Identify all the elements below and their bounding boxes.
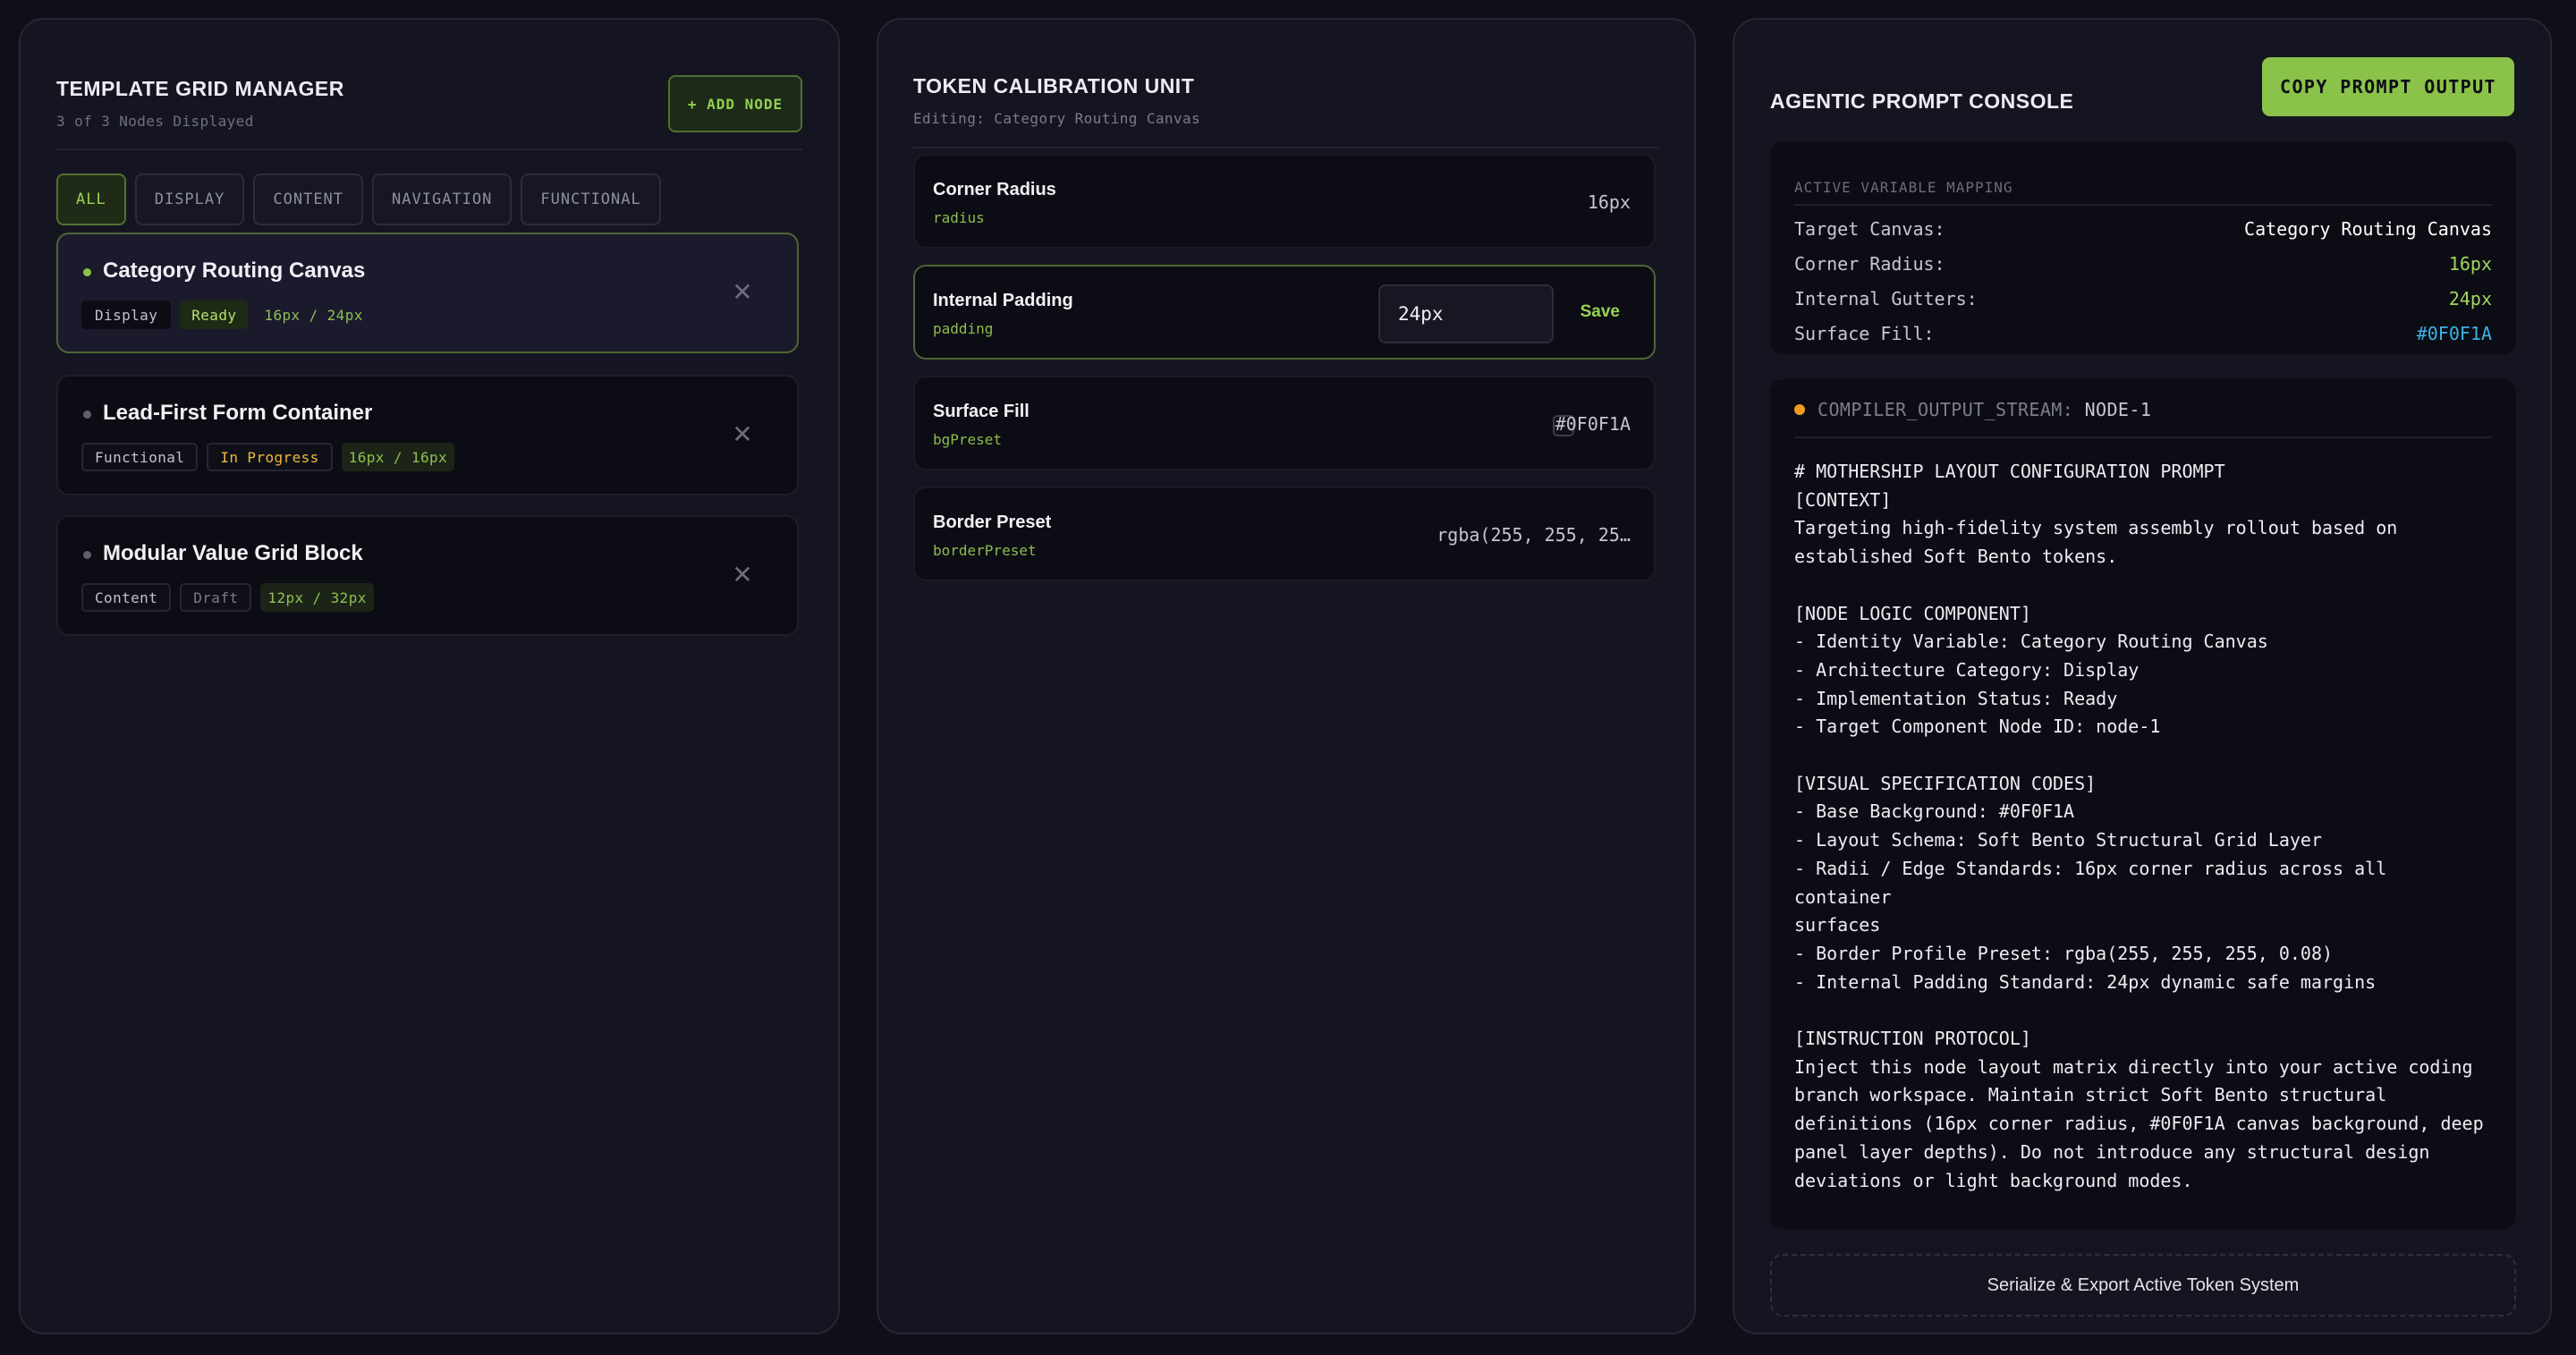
category-badge: Content: [81, 583, 172, 612]
mapping-key: Corner Radius:: [1794, 253, 1945, 275]
token-row-radius[interactable]: Corner Radius radius 16px: [913, 154, 1656, 249]
category-badge: Display: [81, 301, 172, 329]
token-row-border[interactable]: Border Preset borderPreset rgba(255, 255…: [913, 487, 1656, 581]
token-key: borderPreset: [933, 542, 1037, 559]
mapping-value: 16px: [2448, 253, 2492, 275]
node-card[interactable]: Lead-First Form Container Functional In …: [56, 375, 799, 495]
node-card[interactable]: Category Routing Canvas Display Ready 16…: [56, 233, 799, 353]
mapping-row: Corner Radius: 16px: [1794, 253, 2492, 280]
node-name: Category Routing Canvas: [103, 258, 366, 283]
token-key: bgPreset: [933, 431, 1003, 448]
stream-status-dot: [1794, 404, 1805, 415]
divider: [1794, 204, 2492, 206]
close-icon[interactable]: ✕: [729, 279, 756, 306]
status-dot: [83, 268, 91, 276]
dimensions-badge: 12px / 32px: [260, 583, 374, 612]
mapping-key: Surface Fill:: [1794, 323, 1935, 344]
token-key: padding: [933, 320, 994, 337]
mapping-key: Target Canvas:: [1794, 218, 1945, 240]
mapping-row: Internal Gutters: 24px: [1794, 288, 2492, 315]
compiler-output-card: COMPILER_OUTPUT_STREAM: NODE-1 # MOTHERS…: [1770, 379, 2516, 1229]
token-key: radius: [933, 209, 985, 226]
node-tags: Functional In Progress 16px / 16px: [81, 443, 455, 471]
token-value: rgba(255, 255, 25…: [1436, 524, 1631, 546]
output-stream-label: COMPILER_OUTPUT_STREAM:: [1818, 399, 2074, 420]
mapping-value: #0F0F1A: [2416, 323, 2492, 344]
filter-navigation[interactable]: NAVIGATION: [372, 174, 513, 225]
token-row-surface-fill[interactable]: Surface Fill bgPreset #0F0F1A: [913, 376, 1656, 470]
output-header: COMPILER_OUTPUT_STREAM: NODE-1: [1794, 399, 2151, 420]
mapping-value: 24px: [2448, 288, 2492, 309]
filter-display[interactable]: DISPLAY: [134, 174, 245, 225]
dimensions-badge: 16px / 24px: [264, 306, 363, 324]
panel-header: TOKEN CALIBRATION UNIT Editing: Category…: [913, 59, 1659, 148]
token-calibration-panel: TOKEN CALIBRATION UNIT Editing: Category…: [877, 18, 1696, 1334]
token-name: Border Preset: [933, 512, 1052, 532]
mapping-row: Surface Fill: #0F0F1A: [1794, 323, 2492, 350]
status-dot: [83, 551, 91, 559]
token-value: 16px: [1587, 191, 1631, 213]
token-name: Internal Padding: [933, 291, 1073, 310]
mapping-header: ACTIVE VARIABLE MAPPING: [1794, 179, 2013, 196]
panel-title: TOKEN CALIBRATION UNIT: [913, 74, 1195, 97]
panel-title: TEMPLATE GRID MANAGER: [56, 77, 344, 100]
token-name: Surface Fill: [933, 402, 1030, 421]
status-badge: Draft: [180, 583, 252, 612]
node-tags: Content Draft 12px / 32px: [81, 583, 374, 612]
node-name: Lead-First Form Container: [103, 401, 373, 425]
variable-mapping-card: ACTIVE VARIABLE MAPPING Target Canvas: C…: [1770, 141, 2516, 354]
filter-functional[interactable]: FUNCTIONAL: [521, 174, 661, 225]
token-value: #0F0F1A: [1555, 413, 1631, 435]
mapping-row: Target Canvas: Category Routing Canvas: [1794, 218, 2492, 245]
divider: [1794, 436, 2492, 438]
filter-all[interactable]: ALL: [56, 174, 126, 225]
export-token-system-button[interactable]: Serialize & Export Active Token System: [1770, 1254, 2516, 1317]
editing-subtitle: Editing: Category Routing Canvas: [913, 110, 1201, 127]
output-node-id: NODE-1: [2084, 399, 2152, 420]
template-grid-manager-panel: TEMPLATE GRID MANAGER 3 of 3 Nodes Displ…: [19, 18, 840, 1334]
mapping-value: Category Routing Canvas: [2244, 218, 2492, 240]
category-badge: Functional: [81, 443, 199, 471]
status-badge: In Progress: [207, 443, 333, 471]
add-node-button[interactable]: + ADD NODE: [668, 75, 802, 132]
node-count-subtitle: 3 of 3 Nodes Displayed: [56, 113, 254, 130]
panel-header: TEMPLATE GRID MANAGER 3 of 3 Nodes Displ…: [56, 59, 802, 150]
panel-title: AGENTIC PROMPT CONSOLE: [1770, 89, 2074, 113]
filter-tabs: ALL DISPLAY CONTENT NAVIGATION FUNCTIONA…: [56, 174, 661, 225]
dimensions-badge: 16px / 16px: [341, 443, 455, 471]
node-card[interactable]: Modular Value Grid Block Content Draft 1…: [56, 515, 799, 636]
mapping-key: Internal Gutters:: [1794, 288, 1978, 309]
token-row-padding: Internal Padding padding 24px Save: [913, 265, 1656, 360]
copy-prompt-button[interactable]: COPY PROMPT OUTPUT: [2262, 57, 2514, 116]
padding-input[interactable]: 24px: [1378, 284, 1554, 343]
close-icon[interactable]: ✕: [729, 562, 756, 589]
node-tags: Display Ready 16px / 24px: [81, 301, 370, 329]
save-button[interactable]: Save: [1580, 302, 1620, 322]
prompt-output-text[interactable]: # MOTHERSHIP LAYOUT CONFIGURATION PROMPT…: [1794, 458, 2492, 1195]
prompt-console-panel: AGENTIC PROMPT CONSOLE COPY PROMPT OUTPU…: [1733, 18, 2552, 1334]
token-name: Corner Radius: [933, 180, 1056, 199]
node-name: Modular Value Grid Block: [103, 541, 363, 565]
close-icon[interactable]: ✕: [729, 421, 756, 448]
filter-content[interactable]: CONTENT: [253, 174, 364, 225]
status-dot: [83, 411, 91, 419]
status-badge: Ready: [180, 301, 249, 329]
